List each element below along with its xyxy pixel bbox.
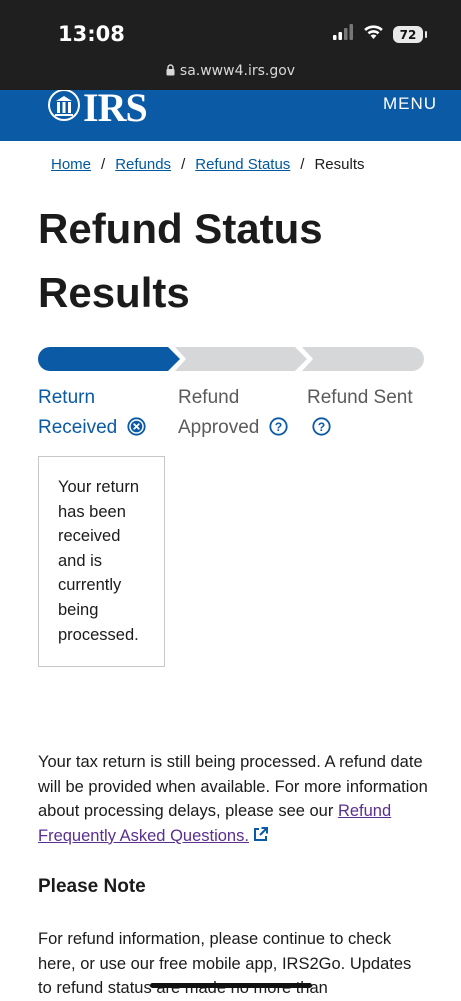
address-bar[interactable]: sa.www4.irs.gov xyxy=(0,63,461,80)
svg-text:?: ? xyxy=(274,420,281,434)
menu-button[interactable]: MENU xyxy=(383,94,437,114)
step-refund-approved: Refund Approved ? xyxy=(178,383,308,446)
external-link-icon[interactable] xyxy=(252,826,269,851)
lock-icon xyxy=(166,64,175,80)
step-label: Refund Sent xyxy=(307,387,413,408)
step-label: Return Received xyxy=(38,387,118,438)
home-indicator[interactable] xyxy=(150,983,312,988)
signal-icon xyxy=(332,24,354,45)
breadcrumb-home-link[interactable]: Home xyxy=(51,156,91,173)
irs-logo[interactable]: IRS xyxy=(47,90,148,131)
progress-segment-2 xyxy=(175,347,307,371)
eagle-emblem-icon xyxy=(47,90,81,127)
breadcrumb-separator: / xyxy=(300,156,305,173)
progress-segment-1 xyxy=(38,347,180,371)
page-title: Refund Status Results xyxy=(38,205,323,316)
status-icons: 72 xyxy=(332,24,427,45)
progress-segment-3 xyxy=(302,347,424,371)
svg-text:?: ? xyxy=(318,420,325,434)
step-refund-sent: Refund Sent ? xyxy=(307,383,447,446)
status-bar: 13:08 72 sa.www4.irs.gov xyxy=(0,0,461,90)
step-return-received: Return Received xyxy=(38,383,168,446)
logo-text: IRS xyxy=(83,90,148,130)
progress-tracker xyxy=(38,347,424,371)
please-note-text: For refund information, please continue … xyxy=(38,930,412,998)
breadcrumb-separator: / xyxy=(101,156,106,173)
battery-icon: 72 xyxy=(393,26,427,43)
help-circle-icon[interactable]: ? xyxy=(269,416,288,446)
breadcrumb-separator: / xyxy=(181,156,186,173)
clock: 13:08 xyxy=(58,22,125,46)
site-header: IRS MENU xyxy=(0,90,461,141)
processing-info: Your tax return is still being processed… xyxy=(38,750,428,850)
please-note-heading: Please Note xyxy=(38,876,146,897)
url-text: sa.www4.irs.gov xyxy=(179,63,296,79)
wifi-icon xyxy=(363,24,384,45)
step-label: Refund Approved xyxy=(178,387,260,438)
breadcrumb-refunds-link[interactable]: Refunds xyxy=(115,156,171,173)
help-circle-icon[interactable]: ? xyxy=(312,416,331,446)
breadcrumb: Home / Refunds / Refund Status / Results xyxy=(51,156,365,173)
progress-step-labels: Return Received Refund Approved ? Refund… xyxy=(38,383,438,443)
status-message-box: Your return has been received and is cur… xyxy=(38,456,165,667)
breadcrumb-refund-status-link[interactable]: Refund Status xyxy=(195,156,290,173)
close-circle-icon[interactable] xyxy=(126,416,146,446)
breadcrumb-current: Results xyxy=(314,156,365,173)
